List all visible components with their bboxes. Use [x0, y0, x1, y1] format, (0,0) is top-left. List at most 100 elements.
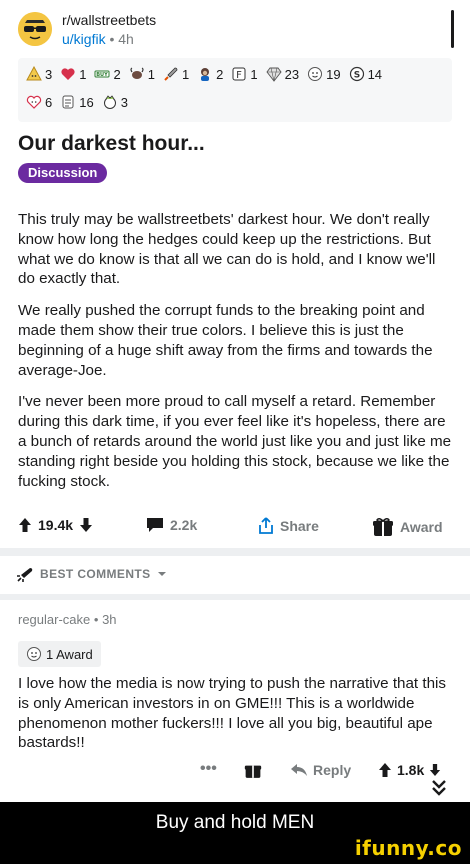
post-body: This truly may be wallstreetbets' darkes…: [18, 210, 454, 503]
silver-award-icon: [27, 647, 41, 661]
post-author[interactable]: u/kigfik: [62, 31, 106, 47]
upvote-icon[interactable]: [18, 517, 32, 533]
award-count: 16: [79, 94, 94, 110]
section-divider: [0, 548, 470, 556]
award-item[interactable]: F 1: [231, 66, 258, 82]
award-label: Award: [400, 519, 443, 535]
section-divider: [0, 594, 470, 600]
svg-text:F: F: [237, 70, 243, 81]
bull-award-icon: [130, 67, 144, 79]
comment-actions-bar: ••• Reply 1.8k: [200, 760, 458, 784]
comment-sort-dropdown[interactable]: BEST COMMENTS: [16, 566, 167, 582]
award-count: 1: [181, 66, 190, 82]
meme-caption-bar: Buy and hold MEN ifunny.co: [0, 802, 470, 864]
comment-vote-control: 1.8k: [378, 762, 441, 778]
comment-age: 3h: [102, 612, 117, 627]
silver-award-icon: [308, 67, 323, 81]
award-item[interactable]: 1: [163, 66, 189, 82]
share-label: Share: [280, 518, 319, 534]
post-age: 4h: [118, 31, 134, 47]
award-item[interactable]: 19: [307, 66, 341, 82]
award-item[interactable]: BUY 2: [94, 66, 121, 82]
awards-row: 3 1 BUY 2 1 1 2 F 1 23 19 S 14: [26, 66, 386, 82]
post-paragraph: This truly may be wallstreetbets' darkes…: [18, 211, 436, 288]
award-count: 6: [45, 94, 53, 110]
award-count: 2: [216, 66, 224, 82]
awards-panel[interactable]: 3 1 BUY 2 1 1 2 F 1 23 19 S 14 6 16 3: [18, 58, 452, 122]
award-count: 2: [113, 66, 121, 82]
wsb-logo-icon: [18, 12, 52, 46]
rocket-sort-icon: [17, 568, 33, 582]
upvote-icon[interactable]: [378, 762, 392, 778]
award-item[interactable]: 1: [60, 66, 86, 82]
award-item[interactable]: 3: [26, 66, 52, 82]
subreddit-avatar[interactable]: [18, 12, 52, 46]
post-header: r/wallstreetbets u/kigfik • 4h: [18, 10, 458, 50]
comment-award-badge[interactable]: 1 Award: [18, 641, 101, 667]
post-byline: u/kigfik • 4h: [62, 31, 134, 47]
more-options-button[interactable]: •••: [200, 760, 217, 778]
award-item[interactable]: 6: [26, 94, 52, 110]
post-flair[interactable]: Discussion: [18, 163, 108, 183]
f-award-icon: F: [232, 67, 246, 81]
share-icon: [259, 517, 273, 534]
vote-control: 19.4k: [18, 517, 93, 533]
award-count: 19: [326, 66, 341, 82]
award-item[interactable]: 1: [129, 66, 155, 82]
buy-award-icon: BUY: [94, 70, 110, 78]
svg-text:BUY: BUY: [97, 72, 109, 78]
award-count: 1: [79, 66, 87, 82]
awards-row: 6 16 3: [26, 94, 132, 110]
award-count: 23: [284, 66, 300, 82]
downvote-icon[interactable]: [429, 763, 441, 777]
post-title[interactable]: Our darkest hour...: [18, 132, 205, 156]
collapse-thread-button[interactable]: [428, 778, 450, 798]
reply-arrow-icon: [291, 764, 307, 776]
comments-count: 2.2k: [170, 517, 198, 533]
sort-label: BEST COMMENTS: [40, 567, 151, 581]
downvote-icon[interactable]: [79, 517, 93, 533]
gift-icon: [373, 517, 393, 536]
give-award-button[interactable]: [244, 762, 262, 779]
diamond-hands-award-icon: [266, 67, 282, 82]
heart-award-icon: [61, 68, 75, 80]
reply-label: Reply: [313, 762, 352, 778]
more-options-icon: •••: [200, 760, 217, 777]
reply-button[interactable]: Reply: [290, 762, 351, 778]
ifunny-watermark: ifunny.co: [354, 836, 462, 860]
comment-award-label: 1 Award: [46, 646, 93, 662]
award-item[interactable]: 16: [60, 94, 94, 110]
comment-vote-count: 1.8k: [397, 762, 425, 778]
meme-caption: Buy and hold MEN: [155, 812, 315, 833]
ape-award-icon: [201, 68, 210, 81]
share-button[interactable]: Share: [258, 517, 319, 535]
comment-byline: regular-cake • 3h: [18, 612, 117, 627]
award-button[interactable]: Award: [372, 517, 443, 537]
subreddit-name[interactable]: r/wallstreetbets: [62, 12, 156, 28]
award-item[interactable]: 3: [102, 94, 128, 110]
award-item[interactable]: 2: [197, 66, 223, 82]
award-item[interactable]: S 14: [349, 66, 382, 82]
scrollbar[interactable]: [451, 10, 454, 48]
post-actions-bar: 19.4k 2.2k Share Award: [18, 517, 452, 539]
award-count: 1: [250, 66, 258, 82]
double-chevron-down-icon: [432, 780, 446, 796]
post-vote-count: 19.4k: [38, 517, 74, 533]
rocket-award-icon: [164, 67, 178, 81]
comment-body: I love how the media is now trying to pu…: [18, 675, 447, 752]
comment-author[interactable]: regular-cake: [18, 612, 90, 627]
wholesome-heart-award-icon: [26, 95, 42, 109]
award-count: 3: [45, 66, 53, 82]
svg-text:S: S: [353, 71, 359, 81]
award-count: 1: [147, 66, 155, 82]
post-paragraph: We really pushed the corrupt funds to th…: [18, 302, 433, 379]
comment-bubble-icon: [147, 518, 163, 532]
award-count: 3: [120, 94, 128, 110]
chevron-down-icon: [157, 572, 166, 576]
post-paragraph: I've never been more proud to call mysel…: [18, 393, 452, 490]
award-item[interactable]: 23: [266, 66, 299, 82]
comments-button[interactable]: 2.2k: [146, 517, 197, 533]
byline-separator: •: [93, 612, 99, 627]
byline-separator: •: [109, 31, 115, 47]
ape-hand-award-icon: [62, 95, 74, 109]
